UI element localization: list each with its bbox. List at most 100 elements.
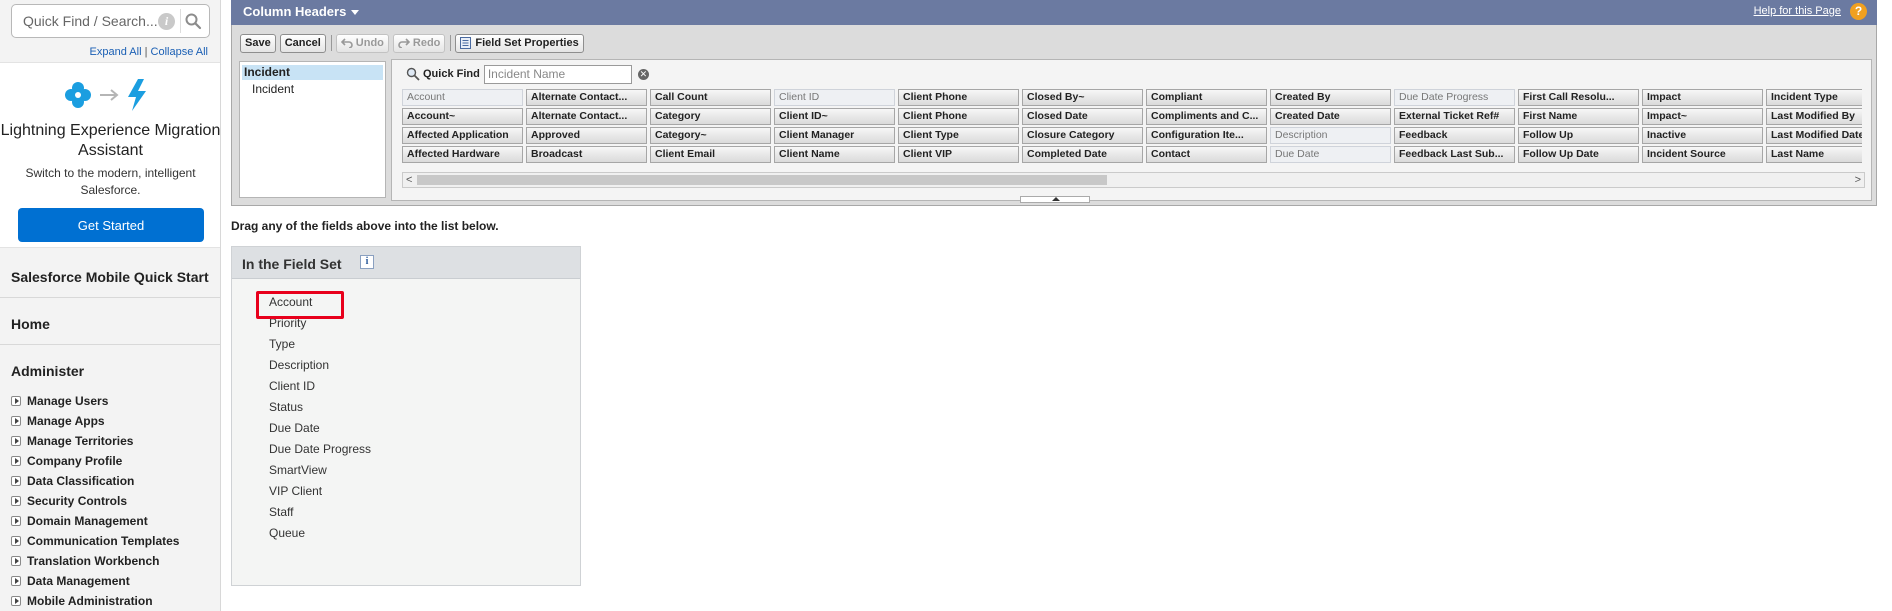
sidebar-search-input[interactable]	[21, 12, 161, 30]
field-chip[interactable]: Feedback Last Sub...	[1394, 146, 1515, 163]
field-chip[interactable]: Incident Source	[1642, 146, 1763, 163]
expand-triangle-icon[interactable]	[11, 416, 21, 426]
field-chip[interactable]: Inactive	[1642, 127, 1763, 144]
field-chip[interactable]: Client Type	[898, 127, 1019, 144]
field-chip[interactable]: Contact	[1146, 146, 1267, 163]
undo-button[interactable]: Undo	[335, 33, 389, 53]
field-chip[interactable]: Client Manager	[774, 127, 895, 144]
field-chip[interactable]: Call Count	[650, 89, 771, 106]
quick-find-input[interactable]	[483, 64, 632, 84]
palette-resize-handle[interactable]	[1020, 196, 1090, 203]
field-set-title-dropdown[interactable]: Column Headers	[243, 4, 360, 19]
field-set-item[interactable]: Staff	[269, 505, 371, 526]
mobile-quick-start-heading[interactable]: Salesforce Mobile Quick Start	[11, 269, 209, 285]
sidebar-item-manage-territories[interactable]: Manage Territories	[11, 431, 179, 451]
expand-triangle-icon[interactable]	[11, 556, 21, 566]
field-chip[interactable]: Account~	[402, 108, 523, 125]
field-set-item[interactable]: Due Date Progress	[269, 442, 371, 463]
cancel-button[interactable]: Cancel	[279, 33, 326, 53]
expand-triangle-icon[interactable]	[11, 596, 21, 606]
field-grid-scrollbar[interactable]: < >	[402, 172, 1865, 188]
expand-triangle-icon[interactable]	[11, 536, 21, 546]
field-set-item[interactable]: SmartView	[269, 463, 371, 484]
field-chip[interactable]: Closed By~	[1022, 89, 1143, 106]
field-chip[interactable]: External Ticket Ref#	[1394, 108, 1515, 125]
sidebar-item-data-management[interactable]: Data Management	[11, 571, 179, 591]
field-chip[interactable]: Last Name	[1766, 146, 1862, 163]
field-chip[interactable]: Category	[650, 108, 771, 125]
sidebar-item-data-classification[interactable]: Data Classification	[11, 471, 179, 491]
sidebar-item-mobile-administration[interactable]: Mobile Administration	[11, 591, 179, 611]
redo-button[interactable]: Redo	[392, 33, 446, 53]
sidebar-item-manage-users[interactable]: Manage Users	[11, 391, 179, 411]
field-set-properties-button[interactable]: Field Set Properties	[455, 33, 584, 53]
field-chip[interactable]: Client Phone	[898, 89, 1019, 106]
field-chip[interactable]: Follow Up	[1518, 127, 1639, 144]
field-set-item[interactable]: Client ID	[269, 379, 371, 400]
expand-triangle-icon[interactable]	[11, 476, 21, 486]
sidebar-home-link[interactable]: Home	[11, 316, 50, 332]
sidebar-item-manage-apps[interactable]: Manage Apps	[11, 411, 179, 431]
field-chip[interactable]: Incident Type	[1766, 89, 1862, 106]
expand-triangle-icon[interactable]	[11, 576, 21, 586]
scroll-left-icon[interactable]: <	[406, 173, 412, 187]
help-for-this-page-link[interactable]: Help for this Page	[1754, 5, 1841, 17]
field-chip[interactable]: Created Date	[1270, 108, 1391, 125]
field-chip[interactable]: Affected Hardware	[402, 146, 523, 163]
sidebar-item-translation-workbench[interactable]: Translation Workbench	[11, 551, 179, 571]
field-chip[interactable]: Compliant	[1146, 89, 1267, 106]
field-chip[interactable]: Alternate Contact...	[526, 89, 647, 106]
help-icon[interactable]: ?	[1850, 3, 1867, 20]
field-chip[interactable]: Approved	[526, 127, 647, 144]
expand-triangle-icon[interactable]	[11, 496, 21, 506]
tree-item-incident[interactable]: Incident	[252, 82, 294, 96]
save-button[interactable]: Save	[240, 33, 276, 53]
field-chip[interactable]: Closure Category	[1022, 127, 1143, 144]
collapse-all-link[interactable]: Collapse All	[151, 46, 208, 58]
sidebar-item-security-controls[interactable]: Security Controls	[11, 491, 179, 511]
field-chip[interactable]: Last Modified Date	[1766, 127, 1862, 144]
field-chip[interactable]: Category~	[650, 127, 771, 144]
field-chip[interactable]: Configuration Ite...	[1146, 127, 1267, 144]
field-set-item[interactable]: Queue	[269, 526, 371, 547]
field-chip[interactable]: Closed Date	[1022, 108, 1143, 125]
search-icon[interactable]	[184, 12, 202, 30]
sidebar-item-communication-templates[interactable]: Communication Templates	[11, 531, 179, 551]
field-chip[interactable]: Client VIP	[898, 146, 1019, 163]
field-chip[interactable]: Follow Up Date	[1518, 146, 1639, 163]
field-set-item[interactable]: Priority	[269, 316, 371, 337]
expand-triangle-icon[interactable]	[11, 396, 21, 406]
expand-all-link[interactable]: Expand All	[90, 46, 142, 58]
field-chip[interactable]: Client ID~	[774, 108, 895, 125]
get-started-button[interactable]: Get Started	[18, 208, 204, 242]
field-chip[interactable]: Affected Application	[402, 127, 523, 144]
scroll-right-icon[interactable]: >	[1855, 173, 1861, 187]
sidebar-item-domain-management[interactable]: Domain Management	[11, 511, 179, 531]
field-set-item[interactable]: Type	[269, 337, 371, 358]
field-chip[interactable]: Client Email	[650, 146, 771, 163]
info-icon[interactable]: i	[158, 13, 175, 30]
sidebar-item-company-profile[interactable]: Company Profile	[11, 451, 179, 471]
field-set-item[interactable]: Due Date	[269, 421, 371, 442]
field-chip[interactable]: Impact~	[1642, 108, 1763, 125]
field-chip[interactable]: Feedback	[1394, 127, 1515, 144]
field-chip[interactable]: Impact	[1642, 89, 1763, 106]
field-chip[interactable]: Last Modified By	[1766, 108, 1862, 125]
tree-item-incident-selected[interactable]: Incident	[242, 65, 383, 80]
field-chip[interactable]: First Call Resolu...	[1518, 89, 1639, 106]
info-icon[interactable]: i	[360, 255, 374, 269]
expand-triangle-icon[interactable]	[11, 456, 21, 466]
field-chip[interactable]: First Name	[1518, 108, 1639, 125]
field-set-item[interactable]: VIP Client	[269, 484, 371, 505]
field-chip[interactable]: Broadcast	[526, 146, 647, 163]
scrollbar-thumb[interactable]	[417, 175, 1107, 185]
field-chip[interactable]: Completed Date	[1022, 146, 1143, 163]
quick-find-search-box[interactable]: i	[11, 4, 210, 38]
field-chip[interactable]: Created By	[1270, 89, 1391, 106]
clear-icon[interactable]: ✕	[637, 68, 649, 80]
expand-triangle-icon[interactable]	[11, 516, 21, 526]
field-set-item[interactable]: Description	[269, 358, 371, 379]
field-chip[interactable]: Client Name	[774, 146, 895, 163]
field-set-item[interactable]: Status	[269, 400, 371, 421]
field-chip[interactable]: Compliments and C...	[1146, 108, 1267, 125]
